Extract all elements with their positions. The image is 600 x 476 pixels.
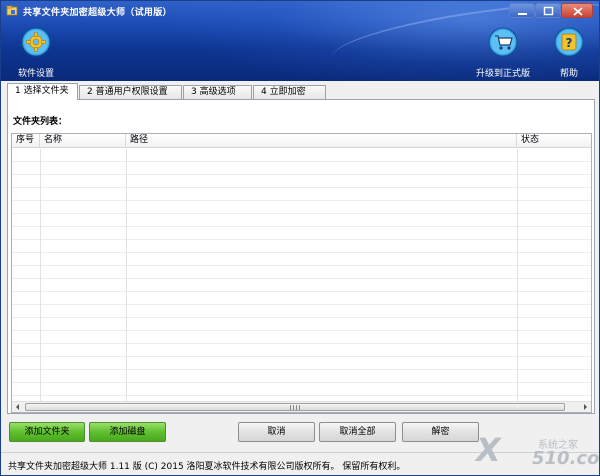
upgrade-button[interactable]: 升级到正式版	[476, 27, 530, 79]
tab-user-permissions[interactable]: 2 普通用户权限设置	[79, 85, 182, 99]
settings-button[interactable]: 软件设置	[11, 27, 61, 79]
folder-list-caption: 文件夹列表：	[13, 117, 68, 127]
horizontal-scrollbar[interactable]	[12, 401, 591, 412]
tab-select-folder[interactable]: 1 选择文件夹	[7, 83, 78, 100]
window-title: 共享文件夹加密超级大师（试用版）	[23, 8, 172, 18]
site-watermark: X 系统之家 510.com	[476, 430, 600, 475]
copyright-text: 共享文件夹加密超级大师 1.11 版 (C) 2015 洛阳夏冰软件技术有限公司…	[8, 462, 406, 472]
app-icon	[6, 5, 18, 16]
minimize-button[interactable]	[509, 3, 535, 18]
cart-icon	[488, 27, 518, 57]
maximize-icon	[543, 6, 554, 16]
cancel-all-button[interactable]: 取消全部	[319, 422, 396, 442]
header-band: 共享文件夹加密超级大师（试用版） 软件设置 升级到正式版 ? 帮助	[1, 1, 599, 81]
list-body[interactable]	[12, 149, 591, 401]
column-divider	[40, 149, 41, 401]
scrollbar-thumb[interactable]	[25, 403, 565, 411]
maximize-button[interactable]	[535, 3, 561, 18]
scroll-right-icon[interactable]	[579, 402, 591, 412]
scrollbar-grip	[290, 405, 300, 410]
gear-icon	[21, 27, 51, 57]
help-button[interactable]: ? 帮助	[544, 27, 594, 79]
tab-encrypt-now[interactable]: 4 立即加密	[253, 85, 326, 99]
tab-strip: 1 选择文件夹 2 普通用户权限设置 3 高级选项 4 立即加密	[7, 83, 595, 100]
column-header-path[interactable]: 路径	[126, 134, 517, 148]
decrypt-button[interactable]: 解密	[402, 422, 479, 442]
help-label: 帮助	[559, 69, 578, 79]
column-header-number[interactable]: 序号	[12, 134, 40, 148]
tab-panel: 文件夹列表： 序号 名称 路径 状态	[7, 99, 595, 414]
add-folder-button[interactable]: 添加文件夹	[9, 422, 85, 442]
svg-text:?: ?	[566, 36, 573, 50]
help-icon: ?	[554, 27, 584, 57]
settings-label: 软件设置	[17, 69, 54, 79]
list-header: 序号 名称 路径 状态	[12, 134, 591, 148]
cancel-button[interactable]: 取消	[238, 422, 315, 442]
scroll-left-icon[interactable]	[12, 402, 24, 412]
column-header-name[interactable]: 名称	[40, 134, 126, 148]
folder-list[interactable]: 序号 名称 路径 状态	[11, 133, 592, 413]
watermark-domain: 510.com	[532, 448, 600, 469]
close-icon	[573, 7, 583, 16]
column-header-status[interactable]: 状态	[517, 134, 591, 148]
app-window: 共享文件夹加密超级大师（试用版） 软件设置 升级到正式版 ? 帮助 1 选择文件…	[0, 0, 600, 476]
window-controls	[509, 3, 593, 19]
column-divider	[517, 149, 518, 401]
close-button[interactable]	[561, 3, 593, 18]
watermark-logo: X	[476, 431, 501, 469]
title-bar[interactable]: 共享文件夹加密超级大师（试用版）	[1, 1, 599, 21]
column-divider	[126, 149, 127, 401]
add-disk-button[interactable]: 添加磁盘	[89, 422, 166, 442]
minimize-icon	[518, 13, 527, 15]
tab-advanced-options[interactable]: 3 高级选项	[183, 85, 252, 99]
